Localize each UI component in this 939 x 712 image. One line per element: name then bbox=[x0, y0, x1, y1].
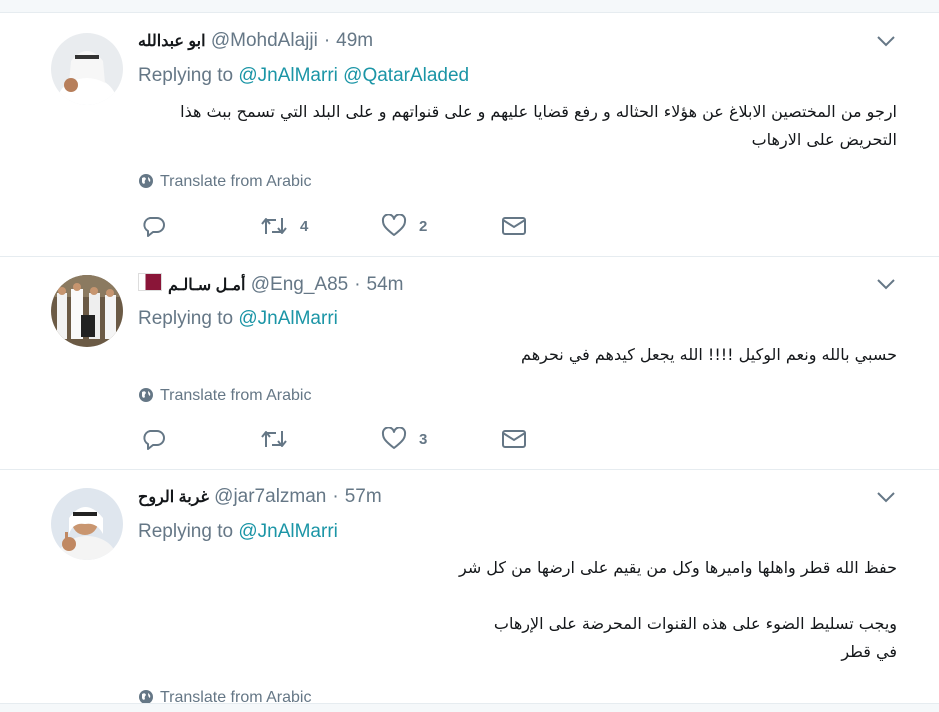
like-count: 3 bbox=[419, 430, 428, 448]
avatar[interactable] bbox=[51, 275, 123, 347]
translate-link[interactable]: Translate from Arabic bbox=[138, 387, 311, 405]
envelope-icon bbox=[502, 430, 526, 448]
translate-label[interactable]: Translate from Arabic bbox=[160, 173, 311, 190]
like-count: 2 bbox=[419, 217, 428, 235]
replying-to: Replying to @JnAlMarri @QatarAladed bbox=[138, 65, 469, 87]
retweet-count: 4 bbox=[300, 217, 309, 235]
retweet-button[interactable]: 4 bbox=[260, 214, 308, 244]
tweet-text-line: حفظ الله قطر واهلها واميرها وكل من يقيم … bbox=[458, 558, 897, 577]
chevron-down-icon[interactable] bbox=[876, 487, 896, 507]
replying-to-label: Replying to bbox=[138, 308, 234, 329]
user-handle[interactable]: @Eng_A85 bbox=[251, 274, 348, 295]
tweet-header: غربة الروح @jar7alzman · 57m bbox=[138, 486, 382, 512]
tweet-text: حسبي بالله ونعم الوكيل !!!! الله يجعل كي… bbox=[138, 341, 897, 369]
heart-icon bbox=[381, 426, 407, 449]
avatar[interactable] bbox=[51, 488, 123, 560]
mention-link[interactable]: @JnAlMarri bbox=[238, 65, 338, 86]
separator-dot: · bbox=[354, 274, 361, 295]
direct-message-button[interactable] bbox=[501, 427, 527, 457]
globe-icon bbox=[139, 388, 153, 402]
display-name[interactable]: ابو عبدالله bbox=[138, 33, 206, 50]
reply-button[interactable] bbox=[142, 427, 166, 457]
globe-icon bbox=[139, 174, 153, 188]
replying-to: Replying to @JnAlMarri bbox=[138, 308, 338, 330]
like-button[interactable]: 3 bbox=[381, 426, 428, 457]
tweet-1[interactable]: ابو عبدالله @MohdAlajji · 49m Replying to … bbox=[0, 28, 939, 254]
heart-icon bbox=[381, 213, 407, 236]
replying-to-label: Replying to bbox=[138, 521, 234, 542]
top-bar bbox=[0, 0, 939, 13]
user-handle[interactable]: @jar7alzman bbox=[214, 486, 326, 507]
separator-dot: · bbox=[323, 30, 331, 51]
tweet-header: أمـل سـالـم @Eng_A85 · 54m bbox=[138, 273, 404, 299]
tweet-header: ابو عبدالله @MohdAlajji · 49m bbox=[138, 30, 373, 56]
tweet-divider bbox=[0, 256, 939, 257]
timestamp[interactable]: 57m bbox=[345, 486, 382, 507]
tweet-text-line: ويجب تسليط الضوء على هذه القنوات المحرضة… bbox=[493, 614, 897, 633]
chevron-down-icon[interactable] bbox=[876, 274, 896, 294]
tweet-3[interactable]: غربة الروح @jar7alzman · 57m Replying to @… bbox=[0, 484, 939, 706]
display-name[interactable]: غربة الروح bbox=[138, 489, 209, 506]
timestamp[interactable]: 49m bbox=[336, 30, 373, 51]
timestamp[interactable]: 54m bbox=[367, 274, 404, 295]
tweet-text-line: في قطر bbox=[841, 642, 897, 661]
like-button[interactable]: 2 bbox=[381, 213, 428, 244]
tweet-text-line: حسبي بالله ونعم الوكيل !!!! الله يجعل كي… bbox=[521, 345, 897, 364]
translate-link[interactable]: Translate from Arabic bbox=[138, 173, 311, 191]
chevron-down-icon[interactable] bbox=[876, 31, 896, 51]
mention-link[interactable]: @JnAlMarri bbox=[238, 308, 338, 329]
retweet-icon bbox=[261, 218, 287, 234]
translate-label[interactable]: Translate from Arabic bbox=[160, 387, 311, 404]
envelope-icon bbox=[502, 217, 526, 235]
display-name[interactable]: أمـل سـالـم bbox=[168, 277, 245, 294]
replying-to-label: Replying to bbox=[138, 65, 234, 86]
tweet-text-line bbox=[138, 582, 897, 610]
tweet-text-line: ارجو من المختصين الابلاغ عن هؤلاء الحثال… bbox=[180, 102, 897, 121]
tweet-text: ارجو من المختصين الابلاغ عن هؤلاء الحثال… bbox=[138, 98, 897, 154]
replying-to: Replying to @JnAlMarri bbox=[138, 521, 338, 543]
retweet-button[interactable] bbox=[260, 427, 300, 457]
avatar[interactable] bbox=[51, 33, 123, 105]
retweet-icon bbox=[261, 431, 287, 447]
separator-dot: · bbox=[332, 486, 339, 507]
qatar-flag-icon bbox=[138, 273, 162, 291]
tweet-text: حفظ الله قطر واهلها واميرها وكل من يقيم … bbox=[138, 554, 897, 666]
tweet-divider bbox=[0, 469, 939, 470]
mention-link[interactable]: @JnAlMarri bbox=[238, 521, 338, 542]
reply-icon bbox=[143, 217, 165, 237]
mention-link[interactable]: @QatarAladed bbox=[343, 65, 469, 86]
tweet-text-line: التحريض على الارهاب bbox=[751, 130, 897, 149]
user-handle[interactable]: @MohdAlajji bbox=[211, 30, 318, 51]
reply-icon bbox=[143, 430, 165, 450]
direct-message-button[interactable] bbox=[501, 214, 527, 244]
reply-button[interactable] bbox=[142, 214, 166, 244]
tweet-2[interactable]: أمـل سـالـم @Eng_A85 · 54m Replying to @Jn… bbox=[0, 271, 939, 468]
